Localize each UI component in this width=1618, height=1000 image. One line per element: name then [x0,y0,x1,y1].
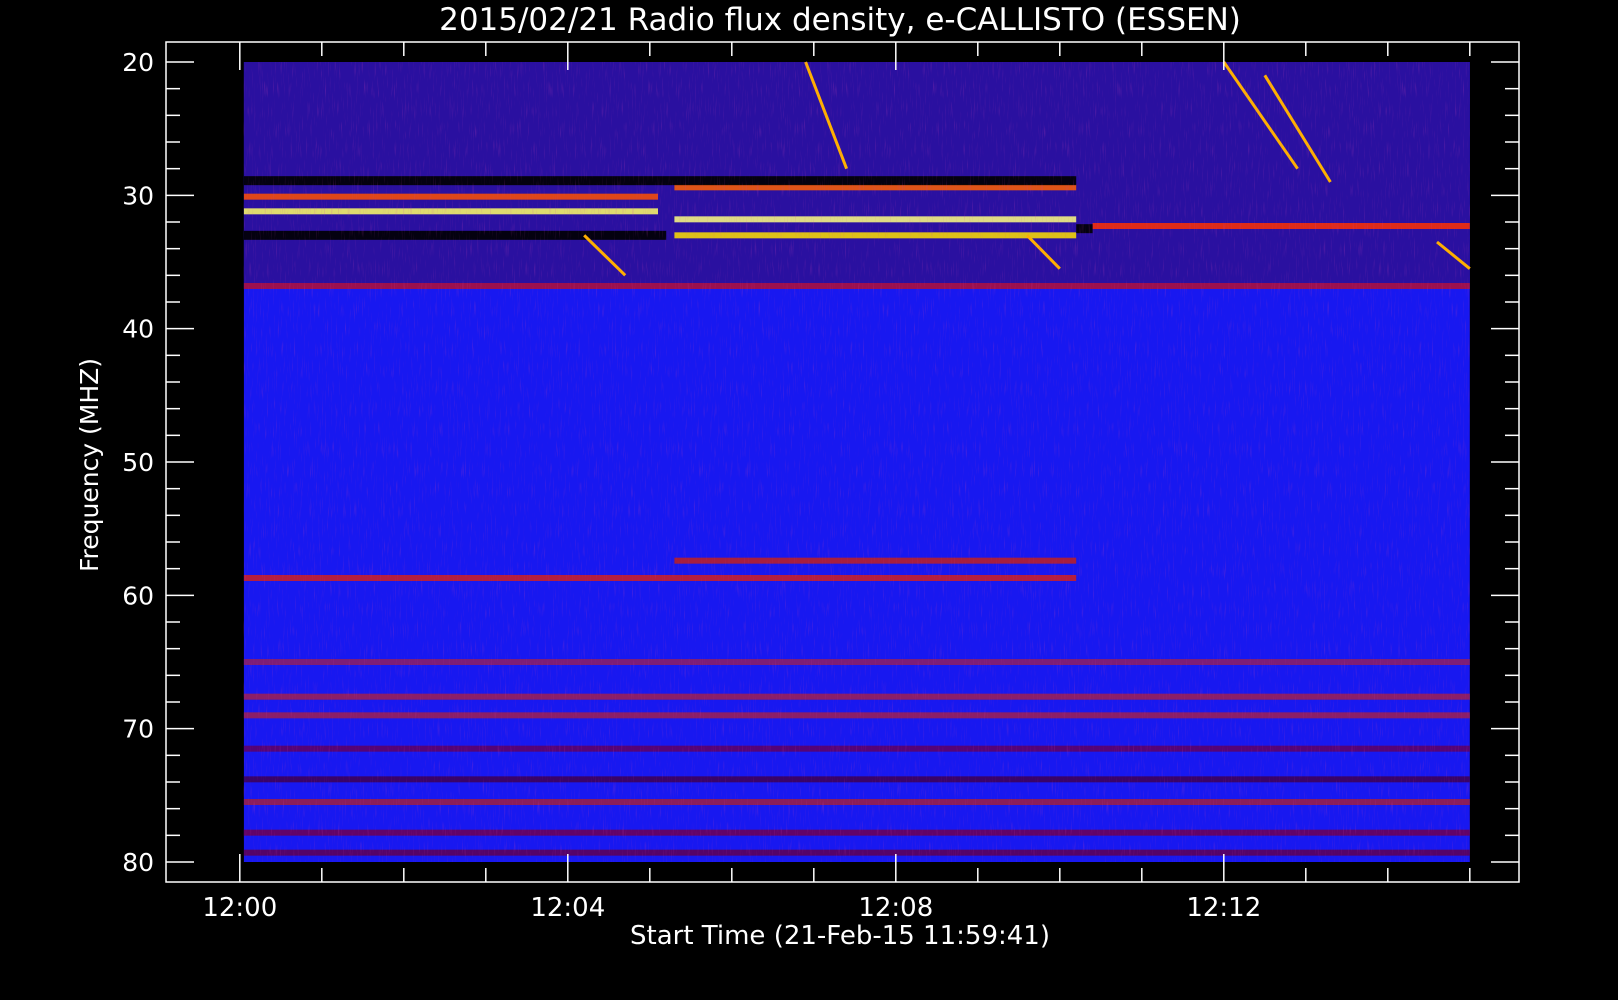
x-tick-label: 12:12 [1186,893,1261,923]
chart-title: 2015/02/21 Radio flux density, e-CALLIST… [439,2,1241,38]
y-tick-label: 70 [122,715,154,744]
y-tick-label: 60 [122,581,154,610]
x-tick-label: 12:04 [530,893,605,923]
y-tick-label: 30 [122,181,154,210]
y-axis-label: Frequency (MHZ) [75,358,104,572]
x-tick-label: 12:08 [858,893,933,923]
y-tick-label: 20 [122,48,154,77]
x-axis-label: Start Time (21-Feb-15 11:59:41) [630,921,1050,951]
y-tick-label: 50 [122,448,154,477]
y-tick-label: 40 [122,315,154,344]
y-tick-label: 80 [122,848,154,877]
spectrogram-chart: 2015/02/21 Radio flux density, e-CALLIST… [75,2,1520,951]
spectrogram-noise [243,62,1470,862]
x-tick-label: 12:00 [202,893,277,923]
